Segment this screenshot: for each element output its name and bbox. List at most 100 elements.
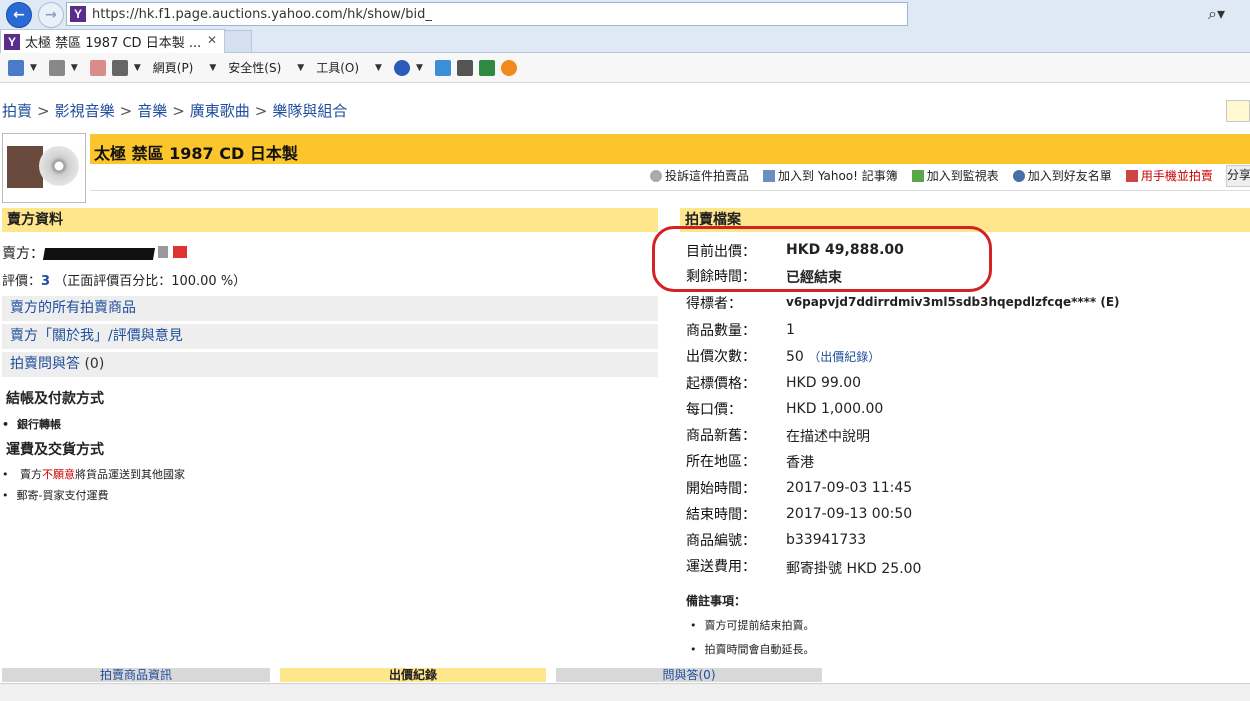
rating-value[interactable]: 3 bbox=[41, 274, 50, 289]
mobile-link[interactable]: 用手機並拍賣 bbox=[1125, 167, 1213, 184]
shipping-fee-value: 郵寄掛號 HKD 25.00 bbox=[786, 561, 922, 577]
breadcrumb: 拍賣 > 影視音樂 > 音樂 > 廣東歌曲 > 樂隊與組合 bbox=[2, 102, 348, 120]
detail-label: 開始時間： bbox=[686, 481, 756, 497]
bid-count-value: 50 bbox=[786, 349, 804, 365]
detail-label: 得標者： bbox=[686, 296, 742, 312]
item-title: 太極 禁區 1987 CD 日本製 bbox=[94, 144, 298, 163]
bid-count: 50 （出價紀錄） bbox=[786, 348, 880, 365]
close-icon[interactable]: ✕ bbox=[207, 33, 217, 47]
smiley-icon[interactable] bbox=[500, 59, 517, 76]
search-icon[interactable]: ⌕▾ bbox=[1208, 4, 1225, 24]
winner-value[interactable]: v6papvjd7ddirrdmiv3ml5sdb3hqepdlzfcqe***… bbox=[786, 295, 1120, 309]
detail-label: 剩餘時間： bbox=[686, 269, 756, 285]
watchlist-link[interactable]: 加入到監視表 bbox=[911, 167, 999, 184]
tab-bid-history[interactable]: 出價紀錄 bbox=[280, 668, 546, 682]
report-icon bbox=[650, 169, 662, 182]
send-icon[interactable] bbox=[456, 59, 473, 76]
research-icon[interactable] bbox=[434, 59, 451, 76]
status-bar bbox=[0, 683, 1250, 701]
qa-link[interactable]: 拍賣問與答 (0) bbox=[2, 352, 658, 377]
detail-label: 商品編號： bbox=[686, 533, 756, 549]
breadcrumb-item[interactable]: 音樂 bbox=[137, 102, 167, 120]
seller-about-link[interactable]: 賣方「關於我」/評價與意見 bbox=[2, 324, 658, 349]
rating-note: （正面評價百分比：100.00 %） bbox=[54, 274, 247, 289]
friends-link[interactable]: 加入到好友名單 bbox=[1012, 167, 1112, 184]
seller-label: 賣方： bbox=[2, 246, 44, 262]
seller-section-header: 賣方資料 bbox=[2, 208, 658, 232]
item-actions: 投訴這件拍賣品 加入到 Yahoo! 記事簿 加入到監視表 加入到好友名單 用手… bbox=[650, 167, 1213, 184]
chevron-down-icon[interactable]: ▼ bbox=[134, 63, 141, 73]
detail-label: 每口價： bbox=[686, 402, 742, 418]
breadcrumb-item[interactable]: 影視音樂 bbox=[55, 102, 115, 120]
note-icon[interactable] bbox=[158, 246, 169, 258]
seller-items-link[interactable]: 賣方的所有拍賣商品 bbox=[2, 296, 658, 321]
shipping-item: 郵寄-買家支付運費 bbox=[2, 487, 109, 503]
watch-icon bbox=[911, 169, 924, 182]
payment-item: 銀行轉帳 bbox=[2, 416, 61, 432]
time-left-value: 已經結束 bbox=[786, 270, 842, 286]
tab-item-info[interactable]: 拍賣商品資訊 bbox=[2, 668, 270, 682]
current-bid-value: HKD 49,888.00 bbox=[786, 242, 904, 258]
new-tab-button[interactable] bbox=[224, 30, 252, 53]
chevron-down-icon[interactable]: ▼ bbox=[30, 63, 37, 73]
menu-tools[interactable]: 工具(O) bbox=[316, 59, 359, 76]
print-icon[interactable] bbox=[111, 59, 128, 76]
divider bbox=[90, 190, 1250, 191]
breadcrumb-item[interactable]: 廣東歌曲 bbox=[190, 102, 250, 120]
phone-icon bbox=[1125, 169, 1138, 182]
item-id-value: b33941733 bbox=[786, 532, 867, 548]
chevron-down-icon[interactable]: ▼ bbox=[297, 63, 304, 73]
command-bar: ▼ ▼ ▼ 網頁(P) ▼ 安全性(S) ▼ 工具(O) ▼ ▼ bbox=[0, 53, 1250, 83]
feed-icon[interactable] bbox=[48, 59, 65, 76]
breadcrumb-item[interactable]: 拍賣 bbox=[2, 102, 32, 120]
home-icon[interactable] bbox=[8, 59, 24, 76]
detail-label: 所在地區： bbox=[686, 454, 756, 470]
menu-page[interactable]: 網頁(P) bbox=[153, 59, 194, 76]
start-price-value: HKD 99.00 bbox=[786, 375, 862, 391]
rating-label: 評價： bbox=[2, 274, 42, 289]
evernote-icon[interactable] bbox=[478, 59, 495, 76]
chevron-down-icon[interactable]: ▼ bbox=[375, 63, 382, 73]
detail-label: 運送費用： bbox=[686, 559, 756, 575]
report-link[interactable]: 投訴這件拍賣品 bbox=[650, 167, 749, 184]
note-item: 賣方可提前結束拍賣。 bbox=[690, 617, 815, 633]
quantity-value: 1 bbox=[786, 322, 795, 338]
increment-value: HKD 1,000.00 bbox=[786, 401, 884, 417]
forward-button[interactable]: → bbox=[38, 2, 64, 28]
notes-title: 備註事項： bbox=[686, 594, 747, 608]
shipping-title: 運費及交貨方式 bbox=[6, 442, 104, 458]
mail-icon[interactable] bbox=[89, 59, 106, 76]
tab-title: 太極 禁區 1987 CD 日本製 ... bbox=[25, 36, 202, 51]
mail-icon[interactable] bbox=[172, 246, 187, 258]
detail-label: 商品新舊： bbox=[686, 428, 756, 444]
help-icon[interactable] bbox=[393, 59, 410, 76]
payment-title: 結帳及付款方式 bbox=[6, 391, 104, 407]
seller-rating: 評價：3 （正面評價百分比：100.00 %） bbox=[2, 270, 246, 289]
seller-row: 賣方： bbox=[2, 243, 187, 263]
notebook-link[interactable]: 加入到 Yahoo! 記事簿 bbox=[763, 167, 898, 184]
location-value: 香港 bbox=[786, 455, 814, 471]
chevron-down-icon[interactable]: ▼ bbox=[71, 63, 78, 73]
back-button[interactable]: ← bbox=[6, 2, 32, 28]
share-button[interactable]: 分享 bbox=[1226, 165, 1250, 187]
yahoo-favicon-icon: Y bbox=[4, 33, 20, 50]
breadcrumb-item[interactable]: 樂隊與組合 bbox=[272, 102, 347, 120]
chevron-down-icon[interactable]: ▼ bbox=[416, 63, 423, 73]
tab-qa[interactable]: 問與答(0) bbox=[556, 668, 822, 682]
detail-label: 起標價格： bbox=[686, 376, 756, 392]
bid-history-link[interactable]: （出價紀錄） bbox=[808, 350, 880, 364]
detail-label: 商品數量： bbox=[686, 323, 756, 339]
friends-icon bbox=[1012, 169, 1025, 182]
condition-value: 在描述中說明 bbox=[786, 429, 870, 445]
browser-tab[interactable]: Y 太極 禁區 1987 CD 日本製 ... ✕ bbox=[0, 29, 226, 53]
menu-safety[interactable]: 安全性(S) bbox=[228, 59, 281, 76]
start-time-value: 2017-09-03 11:45 bbox=[786, 480, 913, 496]
item-thumbnail[interactable] bbox=[2, 133, 86, 203]
url-text: https://hk.f1.page.auctions.yahoo.com/hk… bbox=[92, 6, 432, 22]
chevron-down-icon[interactable]: ▼ bbox=[209, 63, 216, 73]
shipping-item: 賣方不願意將貨品運送到其他國家 bbox=[2, 466, 185, 482]
address-bar[interactable]: Y https://hk.f1.page.auctions.yahoo.com/… bbox=[66, 2, 908, 26]
notebook-icon bbox=[763, 169, 776, 182]
folder-icon[interactable] bbox=[1226, 100, 1250, 122]
end-time-value: 2017-09-13 00:50 bbox=[786, 506, 913, 522]
